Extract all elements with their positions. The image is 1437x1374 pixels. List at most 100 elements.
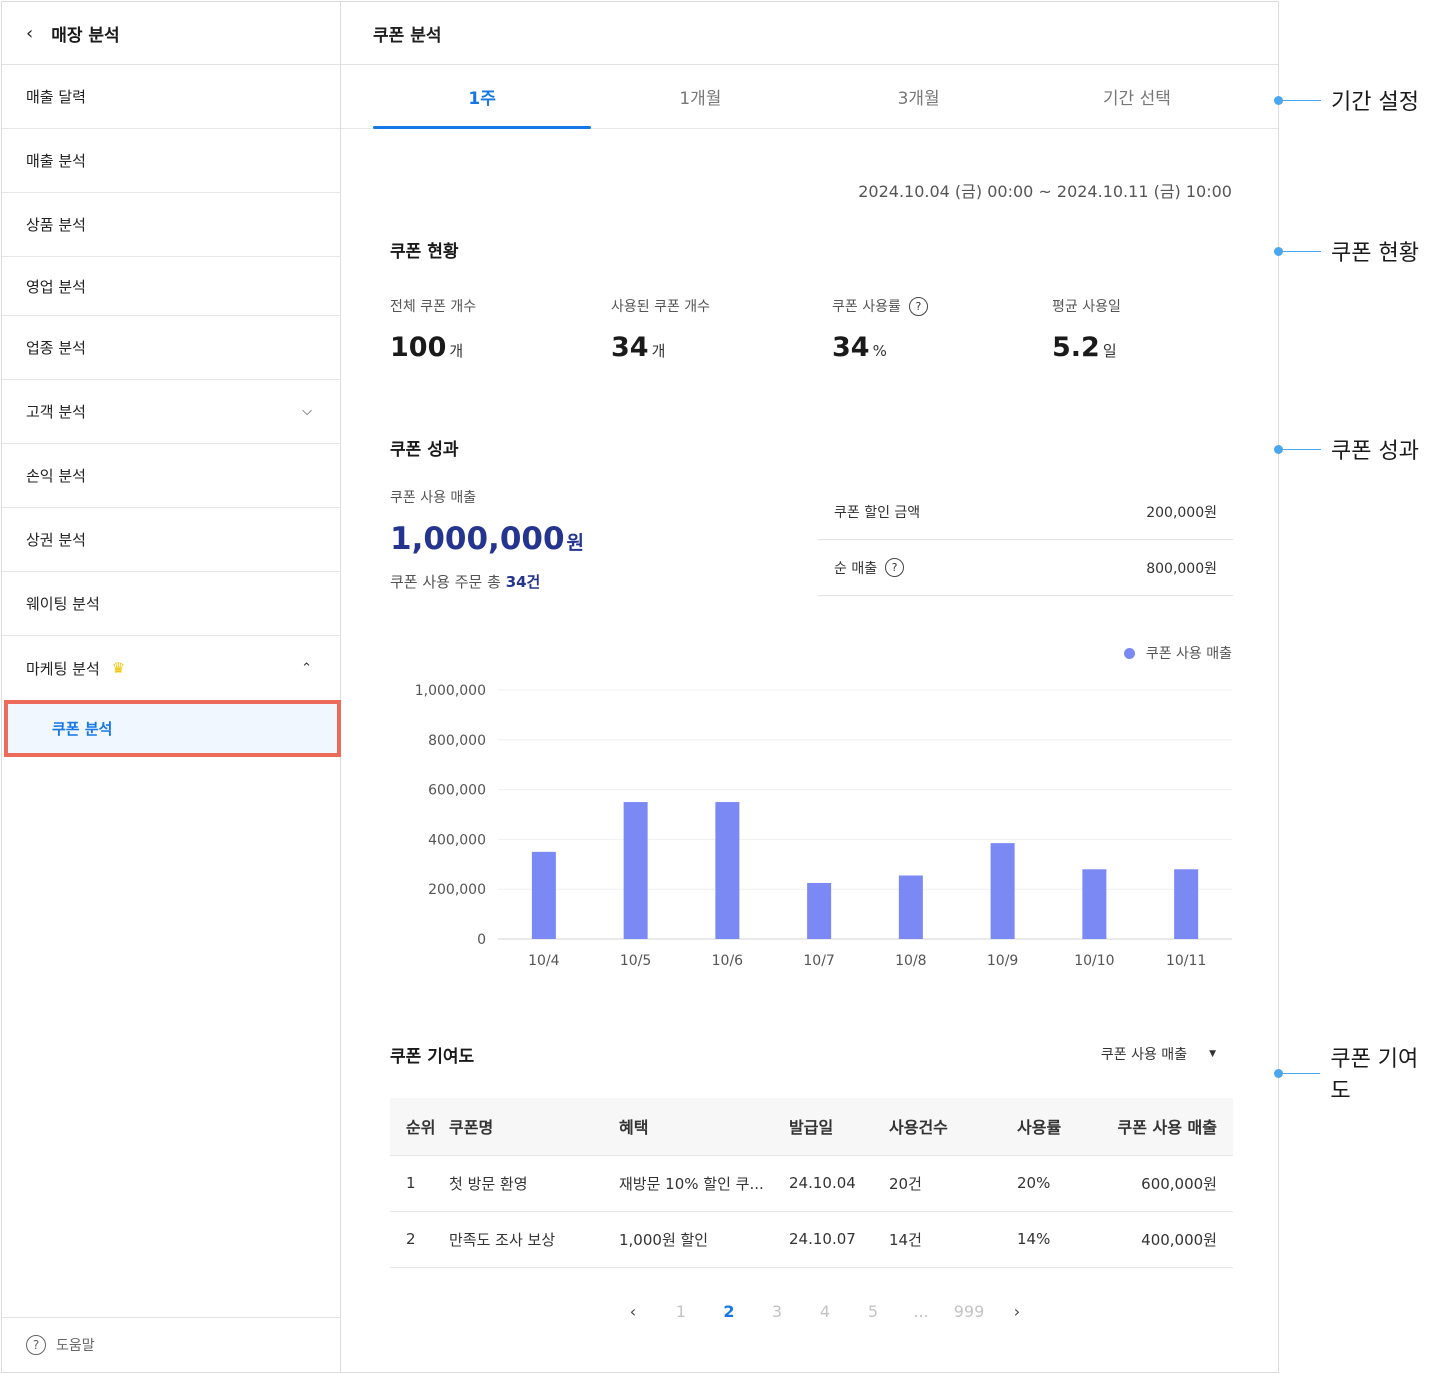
page-number[interactable]: 3 [753,1302,801,1321]
column-header[interactable]: 쿠폰 사용 매출 [1089,1098,1233,1156]
discount-row: 쿠폰 할인 금액 200,000원 [818,484,1233,540]
table-row[interactable]: 2 만족도 조사 보상 1,000원 할인 24.10.07 14건 14% 4… [390,1211,1233,1268]
column-header[interactable]: 사용건수 [889,1098,1017,1156]
sidebar-item-customer-analysis[interactable]: 고객 분석 ⌵ [2,380,340,444]
sidebar-item-industry-analysis[interactable]: 업종 분석 [2,316,340,380]
net-sales-label: 순 매출 [834,560,878,577]
tab-3-months[interactable]: 3개월 [810,65,1028,128]
tab-1-month[interactable]: 1개월 [591,65,809,128]
coupon-sales-value: 1,000,000 [390,521,565,557]
orders-prefix: 쿠폰 사용 주문 총 [390,573,501,591]
stat-usage-rate: 쿠폰 사용률? 34% [832,296,928,363]
caret-down-icon: ▼ [1209,1049,1216,1059]
y-tick-label: 800,000 [428,733,486,749]
annotation-label: 쿠폰 기여도 [1330,1047,1419,1104]
sidebar: ‹ 매장 분석 매출 달력 매출 분석 상품 분석 영업 분석 업종 분석 고객… [2,2,341,1372]
column-header[interactable]: 순위 [390,1098,449,1156]
sidebar-header: ‹ 매장 분석 [2,2,340,65]
coupon-sales-label: 쿠폰 사용 매출 [390,490,477,506]
annotation-line [1282,1072,1321,1074]
y-tick-label: 200,000 [428,882,486,898]
stat-avg-usage-days: 평균 사용일 5.2 일 [1052,296,1121,363]
sidebar-item-sales-calendar[interactable]: 매출 달력 [2,65,340,129]
stat-label: 사용된 쿠폰 개수 [611,299,711,315]
page-title: 쿠폰 분석 [341,2,1278,65]
x-tick-label: 10/9 [987,953,1018,969]
page-number-current[interactable]: 2 [705,1302,753,1321]
metric-select[interactable]: 쿠폰 사용 매출 ▼ [1101,1044,1216,1064]
sidebar-item-profit-analysis[interactable]: 손익 분석 [2,444,340,508]
annotation-period: 기간 설정 [1274,84,1419,116]
stat-unit: % [872,342,887,360]
cell-coupon-name: 만족도 조사 보상 [449,1211,619,1268]
pagination: ‹ 1 2 3 4 5 ... 999 › [609,1302,1041,1321]
bar [1082,869,1107,939]
cell-usage-rate: 14% [1017,1211,1089,1268]
tab-1-week[interactable]: 1주 [373,65,592,129]
cell-usage-count: 14건 [889,1211,1017,1268]
bar [990,843,1015,939]
column-header[interactable]: 사용률 [1017,1098,1089,1156]
prev-page-icon[interactable]: ‹ [609,1302,657,1321]
annotation-label: 쿠폰 성과 [1331,439,1419,464]
sidebar-item-label: 상권 분석 [26,531,86,549]
legend-label: 쿠폰 사용 매출 [1145,646,1232,662]
coupon-performance-title: 쿠폰 성과 [390,440,459,460]
page-number[interactable]: 1 [657,1302,705,1321]
app-frame: ‹ 매장 분석 매출 달력 매출 분석 상품 분석 영업 분석 업종 분석 고객… [1,1,1279,1373]
tab-custom-period[interactable]: 기간 선택 [1028,65,1246,128]
sidebar-item-marketing-analysis[interactable]: 마케팅 분석 ♛ ⌃ [2,636,340,700]
annotation-line [1283,99,1321,101]
column-header[interactable]: 혜택 [619,1098,789,1156]
sidebar-item-label: 웨이팅 분석 [26,595,100,613]
sidebar-subitem-coupon-analysis[interactable]: 쿠폰 분석 [4,700,341,757]
annotation-contribution: 쿠폰 기여도 [1274,1041,1437,1105]
sidebar-item-label: 영업 분석 [26,277,86,296]
question-circle-icon[interactable]: ? [885,558,905,577]
y-tick-label: 400,000 [428,832,486,848]
page-number[interactable]: 4 [801,1302,849,1321]
annotation-line [1283,448,1321,450]
y-tick-label: 0 [477,932,486,948]
sidebar-item-label: 업종 분석 [26,339,86,357]
sidebar-item-business-analysis[interactable]: 영업 분석 [2,257,340,316]
cell-issue-date: 24.10.04 [789,1155,889,1212]
table-row[interactable]: 1 첫 방문 환영 재방문 10% 할인 쿠... 24.10.04 20건 2… [390,1155,1233,1212]
sidebar-item-waiting-analysis[interactable]: 웨이팅 분석 [2,572,340,636]
question-circle-icon[interactable]: ? [908,296,928,316]
column-header[interactable]: 발급일 [789,1098,889,1156]
stat-value: 34 [611,332,649,363]
stat-label: 쿠폰 사용률 [832,299,901,315]
annotation-dot [1274,95,1283,105]
net-sales-value: 800,000원 [1146,560,1217,577]
x-tick-label: 10/4 [528,953,560,969]
sidebar-item-sales-analysis[interactable]: 매출 분석 [2,129,340,193]
bar [807,882,832,939]
next-page-icon[interactable]: › [993,1302,1041,1321]
annotation-label: 기간 설정 [1331,90,1419,115]
sidebar-item-label: 손익 분석 [26,467,86,485]
sidebar-item-label: 상품 분석 [26,216,86,234]
cell-coupon-name: 첫 방문 환영 [449,1155,619,1212]
x-tick-label: 10/6 [712,953,744,969]
column-header[interactable]: 쿠폰명 [449,1098,619,1156]
chevron-down-icon: ⌵ [302,404,312,419]
y-tick-label: 1,000,000 [415,683,486,699]
help-label: 도움말 [56,1338,95,1354]
sidebar-item-trade-area-analysis[interactable]: 상권 분석 [2,508,340,572]
page-number[interactable]: 5 [849,1302,897,1321]
stat-unit: 일 [1102,342,1117,360]
main-panel: 쿠폰 분석 1주 1개월 3개월 기간 선택 2024.10.04 (금) 00… [341,2,1278,1372]
sidebar-item-label: 매출 분석 [26,152,86,170]
stat-value: 100 [390,332,447,363]
annotation-label: 쿠폰 현황 [1331,241,1419,266]
x-tick-label: 10/8 [895,953,926,969]
help-link[interactable]: ? 도움말 [2,1317,340,1372]
x-tick-label: 10/5 [620,953,651,969]
chevron-left-icon[interactable]: ‹ [26,23,33,44]
coupon-sales-summary: 쿠폰 사용 매출 1,000,000 원 쿠폰 사용 주문 총 34건 [390,487,584,592]
annotation-performance: 쿠폰 성과 [1274,433,1419,465]
sidebar-item-product-analysis[interactable]: 상품 분석 [2,193,340,257]
discount-label: 쿠폰 할인 금액 [834,504,921,521]
page-number[interactable]: 999 [945,1302,993,1321]
